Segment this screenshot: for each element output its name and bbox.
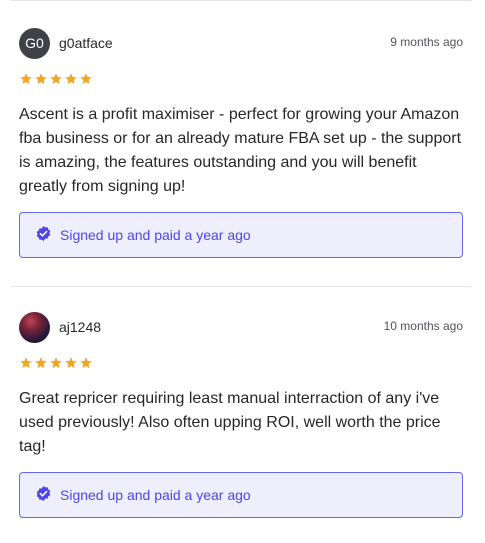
star-icon xyxy=(35,73,47,85)
star-icon xyxy=(65,73,77,85)
star-icon xyxy=(80,73,92,85)
star-icon xyxy=(50,73,62,85)
star-icon xyxy=(20,357,32,369)
verified-check-icon xyxy=(36,225,51,241)
avatar[interactable] xyxy=(19,311,50,343)
star-rating xyxy=(19,72,463,88)
star-icon xyxy=(65,357,77,369)
review-card: G0 g0atface 9 months ago Ascent is a pro… xyxy=(19,27,463,258)
review-body: Great repricer requiring least manual in… xyxy=(19,390,441,455)
star-icon xyxy=(50,357,62,369)
star-icon xyxy=(20,73,32,85)
star-icon xyxy=(35,357,47,369)
star-rating xyxy=(19,356,463,372)
review-header: G0 g0atface 9 months ago xyxy=(19,27,463,59)
reviewer-name[interactable]: g0atface xyxy=(59,35,113,51)
top-divider xyxy=(11,0,471,1)
star-icon xyxy=(80,357,92,369)
review-card: aj1248 10 months ago Great repricer requ… xyxy=(19,311,463,518)
avatar[interactable]: G0 xyxy=(19,27,50,59)
review-divider xyxy=(11,286,471,287)
verified-text: Signed up and paid a year ago xyxy=(60,487,251,503)
verified-badge: Signed up and paid a year ago xyxy=(19,212,463,258)
verified-text: Signed up and paid a year ago xyxy=(60,227,251,243)
review-body: Ascent is a profit maximiser - perfect f… xyxy=(19,106,462,195)
verified-badge: Signed up and paid a year ago xyxy=(19,472,463,518)
reviewer-name[interactable]: aj1248 xyxy=(59,319,101,335)
review-header: aj1248 10 months ago xyxy=(19,311,463,343)
verified-check-icon xyxy=(36,485,51,501)
review-date: 10 months ago xyxy=(383,319,463,333)
review-date: 9 months ago xyxy=(390,35,463,49)
